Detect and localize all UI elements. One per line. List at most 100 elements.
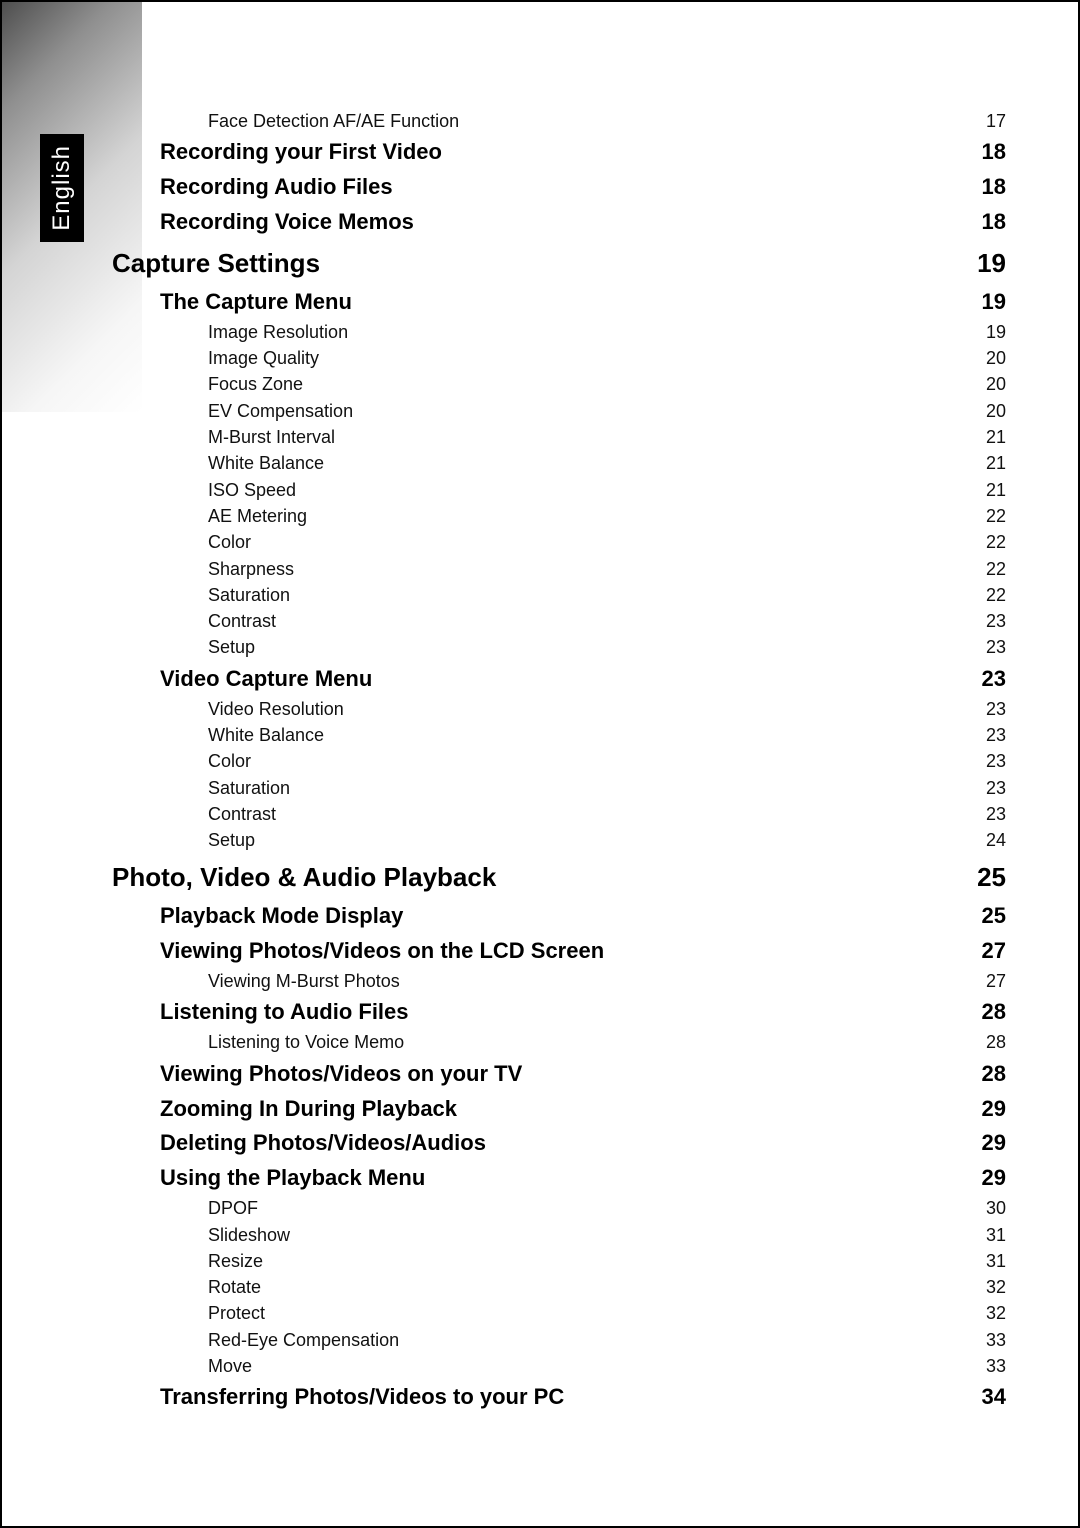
toc-entry-page: 33 [986,1354,1006,1378]
toc-entry-page: 32 [986,1301,1006,1325]
table-of-contents: Face Detection AF/AE Function 17 Recordin… [112,107,1006,1414]
toc-entry: Slideshow 31 [208,1223,1006,1247]
toc-entry-title: Photo, Video & Audio Playback [112,858,496,897]
toc-entry-page: 33 [986,1328,1006,1352]
toc-entry-page: 32 [986,1275,1006,1299]
toc-entry-title: Viewing Photos/Videos on the LCD Screen [160,935,604,967]
toc-entry: Zooming In During Playback 29 [160,1093,1006,1125]
toc-entry-title: Zooming In During Playback [160,1093,457,1125]
toc-entry: ISO Speed 21 [208,478,1006,502]
toc-entry-title: Viewing Photos/Videos on your TV [160,1058,522,1090]
toc-entry-page: 30 [986,1196,1006,1220]
toc-entry: Using the Playback Menu 29 [160,1162,1006,1194]
toc-entry-page: 18 [982,171,1006,203]
toc-entry-title: Contrast [208,802,276,826]
toc-entry-page: 22 [986,504,1006,528]
toc-entry-page: 34 [982,1381,1006,1413]
toc-entry: Listening to Audio Files 28 [160,996,1006,1028]
toc-entry-page: 27 [982,935,1006,967]
toc-entry-title: Resize [208,1249,263,1273]
toc-entry-page: 31 [986,1223,1006,1247]
toc-entry-title: DPOF [208,1196,258,1220]
toc-entry: Setup 23 [208,635,1006,659]
toc-entry: EV Compensation 20 [208,399,1006,423]
toc-entry-page: 20 [986,399,1006,423]
toc-entry-page: 20 [986,346,1006,370]
toc-entry-page: 24 [986,828,1006,852]
toc-entry: Image Resolution 19 [208,320,1006,344]
toc-entry-title: Using the Playback Menu [160,1162,425,1194]
toc-entry-title: Saturation [208,583,290,607]
toc-entry-title: AE Metering [208,504,307,528]
toc-entry: Saturation 22 [208,583,1006,607]
toc-entry: M-Burst Interval 21 [208,425,1006,449]
toc-entry: Setup 24 [208,828,1006,852]
toc-entry-page: 25 [982,900,1006,932]
toc-entry-title: Image Resolution [208,320,348,344]
toc-entry-page: 27 [986,969,1006,993]
toc-entry: Saturation 23 [208,776,1006,800]
toc-entry-page: 29 [982,1093,1006,1125]
toc-entry: Transferring Photos/Videos to your PC 34 [160,1381,1006,1413]
toc-entry: Video Resolution 23 [208,697,1006,721]
toc-entry-page: 19 [982,286,1006,318]
language-tab: English [40,134,84,242]
toc-entry-title: Protect [208,1301,265,1325]
toc-entry: AE Metering 22 [208,504,1006,528]
toc-entry-title: Playback Mode Display [160,900,403,932]
toc-entry: Move 33 [208,1354,1006,1378]
toc-entry-title: M-Burst Interval [208,425,335,449]
toc-entry-title: Face Detection AF/AE Function [208,109,459,133]
toc-entry-page: 31 [986,1249,1006,1273]
toc-entry-title: EV Compensation [208,399,353,423]
toc-entry: Red-Eye Compensation 33 [208,1328,1006,1352]
toc-entry: Recording Voice Memos 18 [160,206,1006,238]
toc-entry-title: Move [208,1354,252,1378]
toc-entry-title: Contrast [208,609,276,633]
toc-entry-title: Video Resolution [208,697,344,721]
toc-entry-page: 22 [986,530,1006,554]
toc-entry-page: 28 [982,996,1006,1028]
toc-entry: White Balance 21 [208,451,1006,475]
toc-entry-page: 29 [982,1127,1006,1159]
toc-entry: Focus Zone 20 [208,372,1006,396]
toc-entry-title: Rotate [208,1275,261,1299]
toc-entry-title: Sharpness [208,557,294,581]
toc-entry-page: 28 [982,1058,1006,1090]
toc-entry-page: 23 [986,697,1006,721]
toc-entry-title: Focus Zone [208,372,303,396]
toc-entry-page: 29 [982,1162,1006,1194]
toc-entry-page: 23 [982,663,1006,695]
toc-entry-title: ISO Speed [208,478,296,502]
toc-entry-page: 23 [986,723,1006,747]
toc-entry-page: 22 [986,557,1006,581]
toc-entry-title: Slideshow [208,1223,290,1247]
toc-entry-page: 28 [986,1030,1006,1054]
toc-entry: Contrast 23 [208,802,1006,826]
toc-entry-title: Color [208,749,251,773]
toc-entry: Image Quality 20 [208,346,1006,370]
toc-entry-page: 19 [977,244,1006,283]
toc-entry-page: 17 [986,109,1006,133]
toc-entry: Face Detection AF/AE Function 17 [208,109,1006,133]
toc-entry: Viewing Photos/Videos on your TV 28 [160,1058,1006,1090]
toc-entry-title: Deleting Photos/Videos/Audios [160,1127,486,1159]
toc-entry-page: 19 [986,320,1006,344]
toc-entry-page: 23 [986,802,1006,826]
toc-entry-title: Saturation [208,776,290,800]
toc-entry-page: 21 [986,425,1006,449]
toc-entry-title: Transferring Photos/Videos to your PC [160,1381,564,1413]
toc-entry-page: 21 [986,478,1006,502]
toc-entry-title: White Balance [208,723,324,747]
toc-entry-page: 23 [986,776,1006,800]
toc-entry-title: Image Quality [208,346,319,370]
toc-entry: Recording Audio Files 18 [160,171,1006,203]
toc-entry: Recording your First Video 18 [160,136,1006,168]
toc-entry: DPOF 30 [208,1196,1006,1220]
toc-entry: Rotate 32 [208,1275,1006,1299]
toc-entry: Viewing M-Burst Photos 27 [208,969,1006,993]
toc-entry-page: 22 [986,583,1006,607]
toc-entry-page: 21 [986,451,1006,475]
toc-entry-page: 18 [982,136,1006,168]
toc-entry: White Balance 23 [208,723,1006,747]
